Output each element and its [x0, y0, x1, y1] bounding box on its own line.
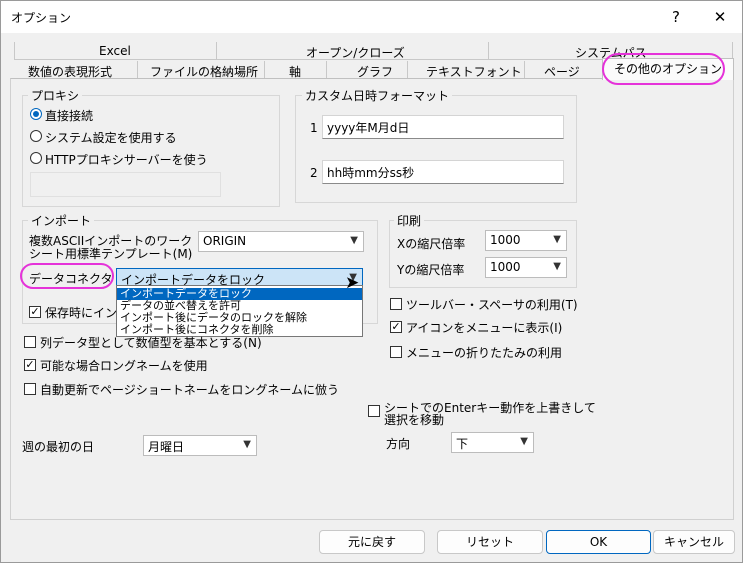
- datetime-row-2-num: 2: [310, 166, 318, 180]
- data-connector-label: データコネクタ: [29, 272, 113, 286]
- menu-folding-label: メニューの折りたたみの利用: [406, 346, 563, 360]
- datetime-format-1-input[interactable]: yyyy年M月d日: [322, 115, 564, 139]
- radio-http-proxy-label: HTTPプロキシサーバーを使う: [45, 153, 208, 167]
- chevron-down-icon: ▼: [553, 261, 561, 272]
- icon-in-menu-label: アイコンをメニューに表示(I): [406, 321, 563, 335]
- menu-folding-checkbox[interactable]: [390, 346, 402, 358]
- chevron-down-icon: ▼: [520, 436, 528, 447]
- cancel-button[interactable]: キャンセル: [653, 530, 735, 554]
- datetime-group-title: カスタム日時フォーマット: [302, 87, 453, 104]
- chevron-down-icon: ▼: [350, 235, 358, 246]
- proxy-server-input[interactable]: [30, 172, 221, 197]
- radio-direct[interactable]: [30, 108, 42, 120]
- datetime-format-2-input[interactable]: hh時mm分ss秒: [322, 160, 564, 184]
- long-name-label: 可能な場合ロングネームを使用: [40, 359, 208, 373]
- auto-update-label: 自動更新でページショートネームをロングネームに倣う: [40, 383, 340, 397]
- restore-button[interactable]: 元に戻す: [319, 530, 425, 554]
- mouse-cursor-icon: ➤: [345, 273, 360, 293]
- toolbar-spacer-label: ツールバー・スペーサの利用(T): [406, 298, 578, 312]
- toolbar-spacer-checkbox[interactable]: [390, 298, 402, 310]
- datetime-group: [295, 95, 577, 203]
- window-title: オプション: [11, 11, 72, 25]
- save-import-checkbox[interactable]: ✓: [29, 306, 41, 318]
- radio-system[interactable]: [30, 130, 42, 142]
- title-bar: オプション ? ✕: [1, 1, 742, 33]
- radio-direct-label: 直接接続: [45, 109, 94, 123]
- week-start-select[interactable]: 月曜日 ▼: [143, 435, 257, 456]
- data-connector-dropdown-list: インポートデータをロック データの並べ替えを許可 インポート後にデータのロックを…: [116, 285, 363, 337]
- enter-override-checkbox[interactable]: [368, 405, 380, 417]
- import-group-title: インポート: [28, 212, 95, 229]
- chevron-down-icon: ▼: [243, 439, 251, 450]
- auto-update-checkbox[interactable]: [24, 383, 36, 395]
- long-name-checkbox[interactable]: ✓: [24, 359, 36, 371]
- template-select-value: ORIGIN: [203, 234, 247, 248]
- direction-select[interactable]: 下 ▼: [451, 432, 534, 453]
- template-select[interactable]: ORIGIN ▼: [198, 231, 364, 252]
- y-scale-label: Yの縮尺倍率: [397, 263, 465, 277]
- week-start-value: 月曜日: [148, 440, 185, 454]
- tab-excel[interactable]: Excel: [99, 44, 131, 58]
- reset-button[interactable]: リセット: [437, 530, 543, 554]
- proxy-group-title: プロキシ: [28, 87, 83, 104]
- chevron-down-icon: ▼: [553, 234, 561, 245]
- y-scale-value: 1000: [490, 260, 521, 274]
- y-scale-select[interactable]: 1000 ▼: [485, 257, 567, 278]
- x-scale-select[interactable]: 1000 ▼: [485, 230, 567, 251]
- direction-value: 下: [456, 437, 469, 451]
- ok-button[interactable]: OK: [546, 530, 651, 554]
- close-icon[interactable]: ✕: [707, 5, 733, 29]
- week-start-label: 週の最初の日: [22, 440, 95, 454]
- col-data-type-label: 列データ型として数値型を基本とする(N): [40, 336, 262, 350]
- options-dialog: オプション ? ✕ Excel オープン/クローズ システムパス 数値の表現形式…: [0, 0, 743, 563]
- enter-override-label-line2: 選択を移動: [384, 413, 445, 427]
- radio-system-label: システム設定を使用する: [45, 131, 177, 145]
- x-scale-label: Xの縮尺倍率: [397, 237, 466, 251]
- datetime-row-1-num: 1: [310, 121, 318, 135]
- help-icon[interactable]: ?: [663, 5, 689, 29]
- tab-other-options[interactable]: その他のオプション: [602, 58, 734, 80]
- col-data-type-checkbox[interactable]: [24, 336, 36, 348]
- print-group-title: 印刷: [394, 212, 425, 229]
- template-label-line2: シート用標準テンプレート(M): [29, 247, 193, 261]
- icon-in-menu-checkbox[interactable]: ✓: [390, 321, 402, 333]
- x-scale-value: 1000: [490, 233, 521, 247]
- direction-label: 方向: [386, 437, 411, 451]
- radio-http-proxy[interactable]: [30, 152, 42, 164]
